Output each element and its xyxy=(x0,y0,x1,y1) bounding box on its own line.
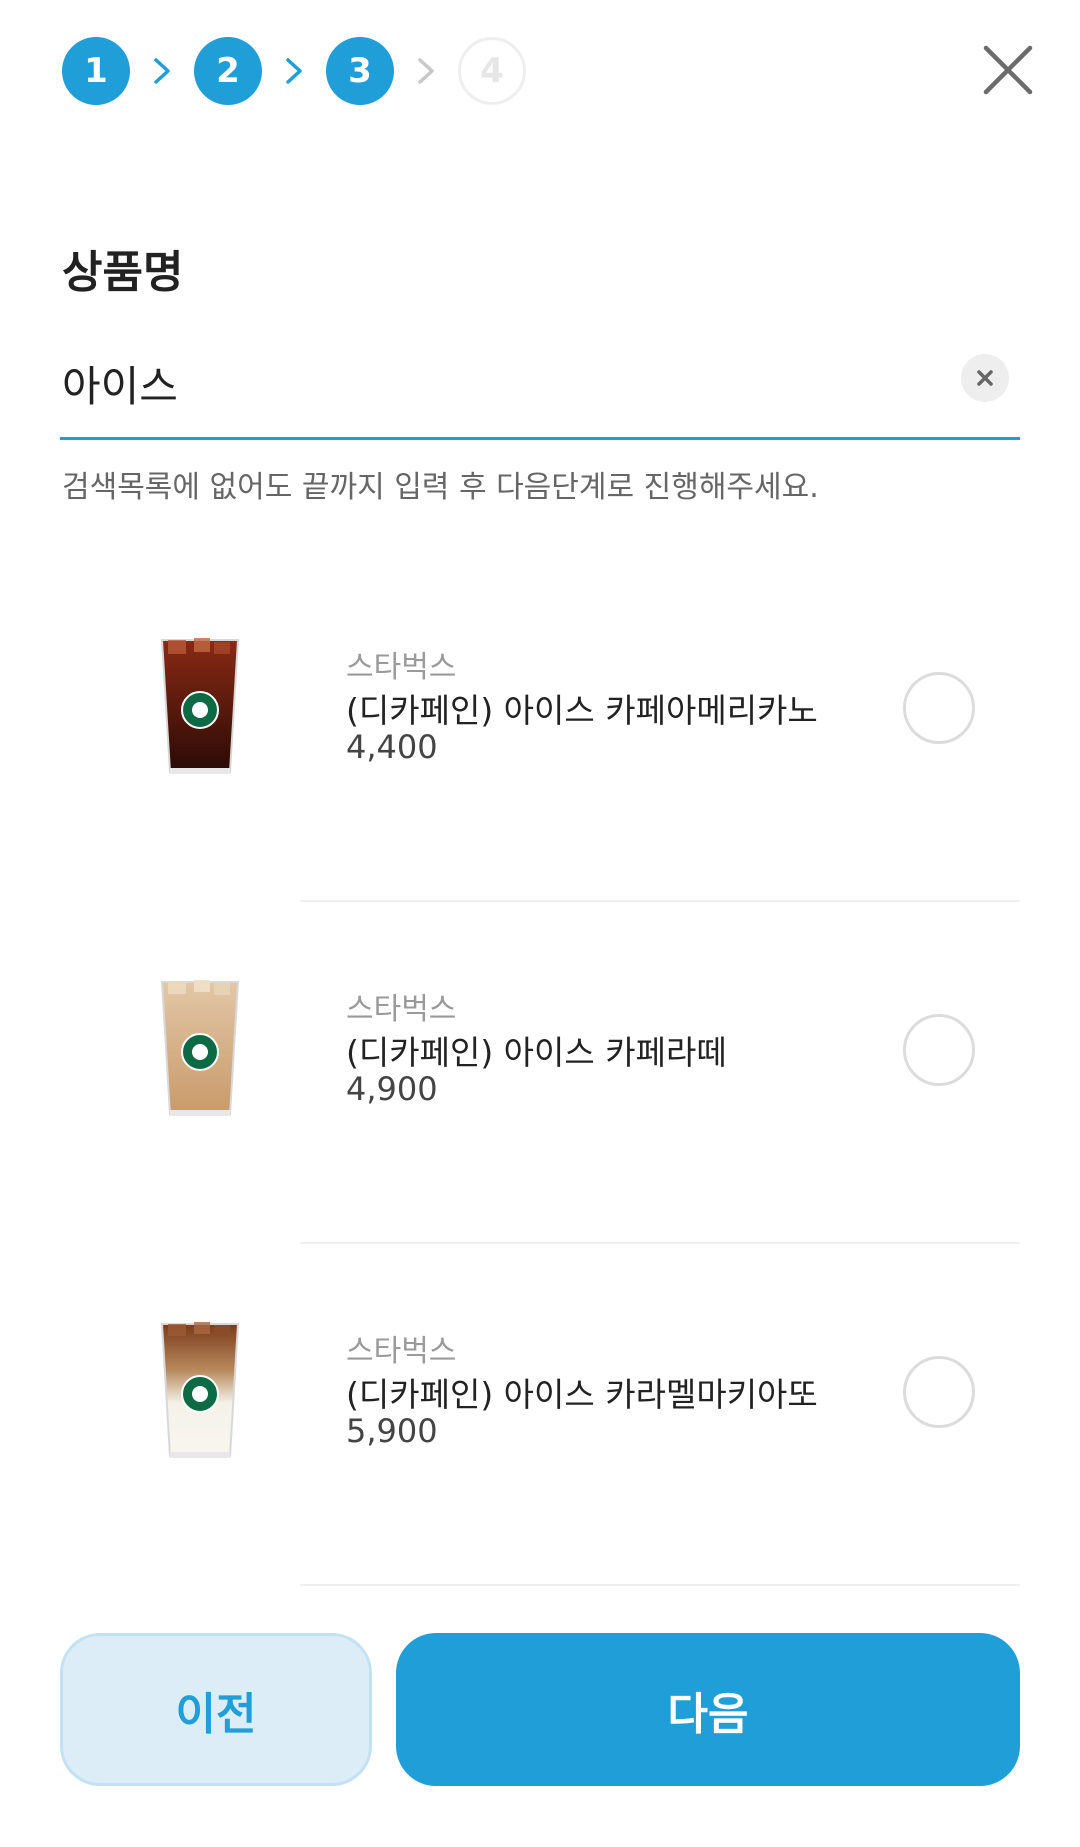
product-list-item[interactable]: 스타벅스 (디카페인) 아이스 카페라떼 4,900 xyxy=(0,902,1080,1244)
product-list-item[interactable]: 스타벅스 (디카페인) 아이스 카페아메리카노 4,400 xyxy=(0,560,1080,902)
iced-latte-cup-icon xyxy=(160,980,240,1116)
clear-icon xyxy=(977,370,993,386)
product-select-radio[interactable] xyxy=(903,1014,975,1086)
product-price: 4,900 xyxy=(346,1070,438,1108)
product-select-radio[interactable] xyxy=(903,1356,975,1428)
step-3: 3 xyxy=(326,37,394,105)
product-search-screen: 1 2 3 4 상품명 검색목록에 없어도 끝까지 입력 후 다음단 xyxy=(0,0,1080,1847)
product-select-radio[interactable] xyxy=(903,672,975,744)
close-icon xyxy=(983,45,1033,95)
step-2: 2 xyxy=(194,37,262,105)
product-price: 5,900 xyxy=(346,1412,438,1450)
product-list-item[interactable]: 스타벅스 (디카페인) 아이스 카라멜마키아또 5,900 xyxy=(0,1244,1080,1586)
clear-input-button[interactable] xyxy=(961,354,1009,402)
close-button[interactable] xyxy=(982,44,1034,96)
chevron-right-icon xyxy=(262,56,326,86)
iced-americano-cup-icon xyxy=(160,638,240,774)
product-list: 스타벅스 (디카페인) 아이스 카페아메리카노 4,400 스타벅스 (디카페인… xyxy=(0,560,1080,1586)
chevron-right-icon xyxy=(130,56,194,86)
divider xyxy=(300,1584,1020,1586)
product-brand: 스타벅스 xyxy=(346,1334,457,1369)
section-title: 상품명 xyxy=(62,247,184,298)
helper-text: 검색목록에 없어도 끝까지 입력 후 다음단계로 진행해주세요. xyxy=(62,470,819,505)
product-brand: 스타벅스 xyxy=(346,650,457,685)
product-name: (디카페인) 아이스 카페아메리카노 xyxy=(346,691,818,730)
chevron-right-icon xyxy=(394,56,458,86)
product-name: (디카페인) 아이스 카페라떼 xyxy=(346,1033,727,1072)
step-indicator: 1 2 3 4 xyxy=(62,36,526,106)
product-search-input[interactable] xyxy=(62,348,942,418)
previous-button[interactable]: 이전 xyxy=(60,1633,372,1786)
product-price: 4,400 xyxy=(346,728,438,766)
step-4: 4 xyxy=(458,37,526,105)
product-brand: 스타벅스 xyxy=(346,992,457,1027)
iced-caramel-macchiato-cup-icon xyxy=(160,1322,240,1458)
product-search-field xyxy=(60,340,1020,440)
next-button[interactable]: 다음 xyxy=(396,1633,1020,1786)
step-1: 1 xyxy=(62,37,130,105)
product-name: (디카페인) 아이스 카라멜마키아또 xyxy=(346,1375,818,1414)
